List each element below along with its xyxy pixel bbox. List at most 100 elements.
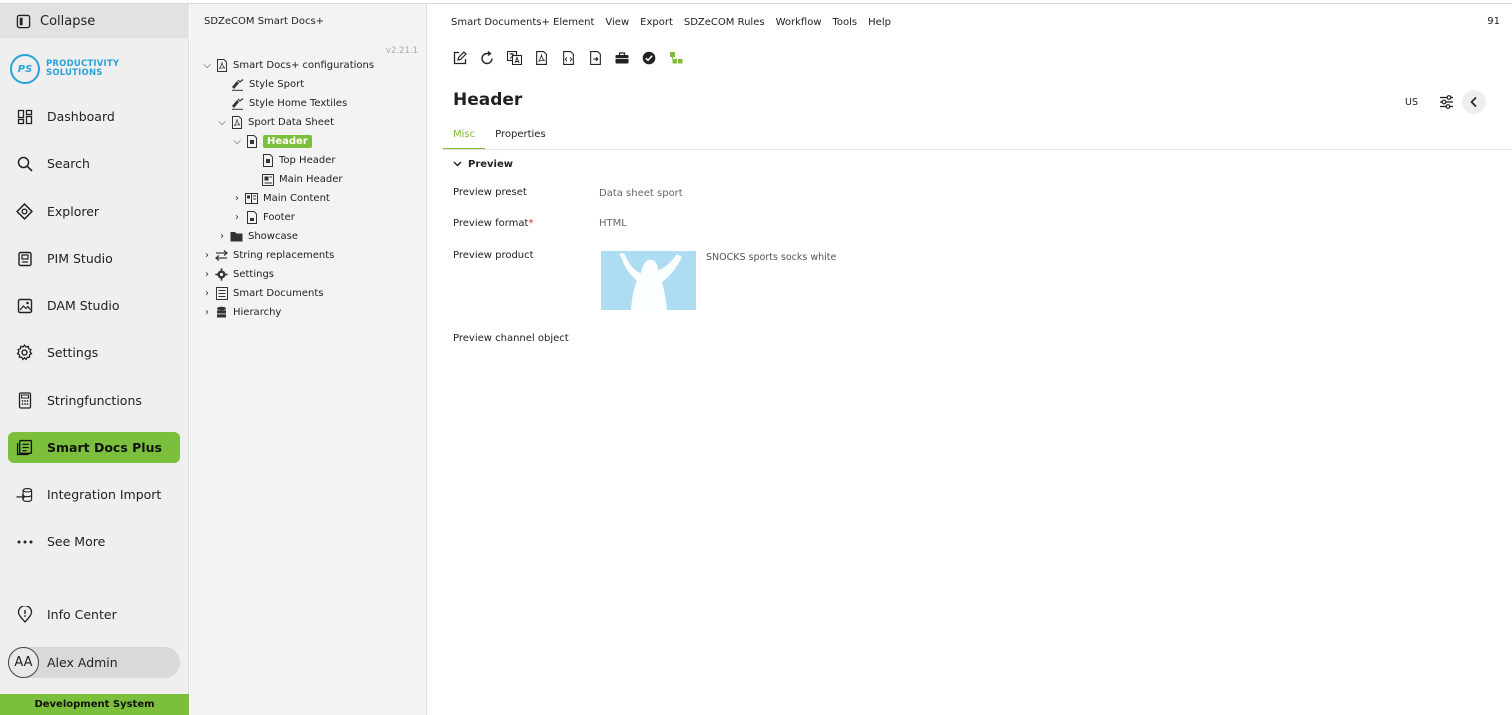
search-icon [16,155,33,172]
locale-selector[interactable]: US [1405,97,1418,108]
edit-icon[interactable] [451,49,469,67]
preview-product-name[interactable]: SNOCKS sports socks white [706,252,836,263]
nav-item-search[interactable]: Search [8,148,180,179]
field-label-text: Preview format [453,218,529,229]
nav-item-smart-docs-plus[interactable]: Smart Docs Plus [8,432,180,463]
menu-sdzecom-rules[interactable]: SDZeCOM Rules [684,17,765,28]
nav-item-explorer[interactable]: Explorer [8,196,180,227]
tree-panel: SDZeCOM Smart Docs+ v2.21.1 ⌵ Smart Docs… [190,4,427,715]
menu-help[interactable]: Help [868,17,891,28]
nav-label: Search [47,156,90,171]
tree-node-showcase[interactable]: › Showcase [216,227,298,246]
tree-node-settings[interactable]: › Settings [201,265,274,284]
preview-preset-value[interactable]: Data sheet sport [599,188,683,199]
translate-icon[interactable] [505,49,523,67]
explorer-icon [16,203,33,220]
nav-item-see-more[interactable]: See More [8,526,180,557]
chevron-down-icon[interactable]: ⌵ [201,60,213,71]
image-icon [16,297,33,314]
calculator-icon [16,392,33,409]
pdf-icon[interactable] [532,49,550,67]
chevron-right-icon[interactable]: › [201,269,213,280]
toolbar [451,49,694,67]
chevron-right-icon[interactable]: › [231,193,243,204]
tree-node-top-header[interactable]: Top Header [261,151,335,170]
tree-node-label: Smart Documents [233,288,324,299]
export-file-icon[interactable] [586,49,604,67]
page-element-icon [245,211,258,224]
nav-item-stringfunctions[interactable]: Stringfunctions [8,385,180,416]
menu-export[interactable]: Export [640,17,673,28]
chevron-right-icon[interactable]: › [201,307,213,318]
tree-node-label: Style Home Textiles [249,98,348,109]
main-content: Smart Documents+ Element View Export SDZ… [428,4,1512,715]
page-count: 91 [1487,16,1500,27]
nav-label: Info Center [47,607,117,622]
product-thumbnail[interactable] [601,251,696,310]
sliders-icon[interactable] [1434,90,1458,114]
tab-divider [443,149,1512,150]
tree-node-footer[interactable]: › Footer [231,208,295,227]
section-preview-toggle[interactable]: Preview [453,159,513,170]
tree-node-label: String replacements [233,250,335,261]
nav-item-settings[interactable]: Settings [8,337,180,368]
chevron-right-icon[interactable]: › [201,288,213,299]
menu-smart-documents-element[interactable]: Smart Documents+ Element [451,17,594,28]
import-icon [16,486,33,503]
pdf-icon [230,116,243,129]
field-label-preview-preset: Preview preset [453,187,527,198]
tree-node-sport-data-sheet[interactable]: ⌵ Sport Data Sheet [216,113,334,132]
nav-label: PIM Studio [47,251,113,266]
tree-node-smart-documents[interactable]: › Smart Documents [201,284,323,303]
chevron-down-icon[interactable]: ⌵ [216,117,228,128]
nav-item-info-center[interactable]: Info Center [8,599,180,630]
collapse-button[interactable]: Collapse [0,4,189,38]
tree-node-header[interactable]: ⌵ Header [231,132,312,151]
chevron-right-icon[interactable]: › [231,212,243,223]
check-circle-icon[interactable] [640,49,658,67]
logo-line-2: SOLUTIONS [46,68,103,78]
tree-node-hierarchy[interactable]: › Hierarchy [201,303,281,322]
page-element-icon [261,154,274,167]
chevron-down-icon[interactable]: ⌵ [231,136,243,147]
nav-label: See More [47,534,106,549]
menu-view[interactable]: View [605,17,629,28]
collapse-label: Collapse [40,13,96,29]
nav-item-dam-studio[interactable]: DAM Studio [8,290,180,321]
tree-node-string-replacements[interactable]: › String replacements [201,246,334,265]
pdf-icon [215,59,228,72]
reload-icon[interactable] [478,49,496,67]
style-brush-icon [231,78,244,91]
tab-misc[interactable]: Misc [443,126,486,150]
tree-node-style-sport[interactable]: Style Sport [231,75,304,94]
preview-format-value[interactable]: HTML [599,218,627,229]
tree-node-main-content[interactable]: › Main Content [231,189,330,208]
tree-node-label: Settings [233,269,275,280]
nav-item-pim-studio[interactable]: PIM Studio [8,243,180,274]
avatar: AA [8,647,39,678]
nav-item-integration-import[interactable]: Integration Import [8,479,180,510]
tree-node-configurations[interactable]: ⌵ Smart Docs+ configurations [201,56,374,75]
logo-mark: PS [10,54,40,84]
logo-text: PRODUCTIVITY SOLUTIONS [46,60,119,78]
header-actions: US [1405,90,1486,114]
required-marker: * [528,218,534,229]
dashboard-icon [16,108,33,125]
menu-workflow[interactable]: Workflow [776,17,822,28]
chevron-left-icon[interactable] [1462,90,1486,114]
tree-node-label: Sport Data Sheet [248,117,334,128]
briefcase-icon[interactable] [613,49,631,67]
chevron-right-icon[interactable]: › [201,250,213,261]
tree-node-label: Main Header [279,174,343,185]
nav-label: Integration Import [47,487,162,502]
tab-properties[interactable]: Properties [485,126,556,150]
tree-node-style-home-textiles[interactable]: Style Home Textiles [231,94,347,113]
html-preview-icon[interactable] [559,49,577,67]
tree-node-label: Main Content [263,193,330,204]
chevron-right-icon[interactable]: › [216,231,228,242]
menu-tools[interactable]: Tools [833,17,858,28]
workflow-icon[interactable] [667,49,685,67]
tree-node-main-header[interactable]: Main Header [261,170,342,189]
user-menu[interactable]: AA Alex Admin [8,647,180,678]
nav-item-dashboard[interactable]: Dashboard [8,101,180,132]
